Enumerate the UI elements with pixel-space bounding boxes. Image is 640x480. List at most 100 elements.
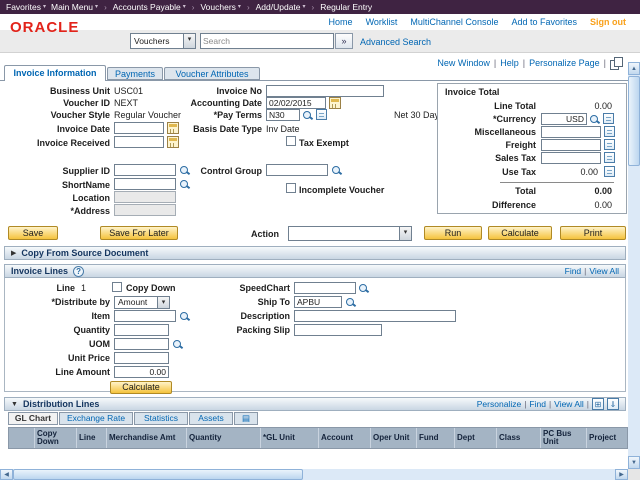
worklist-link[interactable]: Worklist [366, 17, 398, 27]
lookup-icon[interactable] [332, 165, 343, 176]
menu-main-menu[interactable]: Main Menu ▾ [51, 2, 98, 12]
miscellaneous-input[interactable] [541, 126, 601, 138]
search-scope-select[interactable]: Vouchers [130, 33, 196, 49]
horizontal-scroll-thumb[interactable] [13, 469, 303, 480]
add-to-favorites-link[interactable]: Add to Favorites [511, 17, 577, 27]
grid-tab-exchange-rate[interactable]: Exchange Rate [59, 412, 133, 425]
download-grid-icon[interactable]: ⇓ [607, 398, 619, 410]
separator: | [549, 399, 551, 409]
copy-url-icon[interactable] [610, 57, 622, 69]
supplier-id-input[interactable] [114, 164, 176, 176]
shortname-input[interactable] [114, 178, 176, 190]
help-link[interactable]: Help [500, 58, 519, 68]
distribution-section-header: ▼ Distribution Lines Personalize | Find … [4, 397, 626, 411]
action-select[interactable] [288, 226, 412, 241]
save-button[interactable]: Save [8, 226, 58, 240]
lookup-icon[interactable] [180, 311, 191, 322]
control-group-input[interactable] [266, 164, 328, 176]
packing-slip-label: Packing Slip [210, 325, 290, 335]
multichannel-console-link[interactable]: MultiChannel Console [410, 17, 498, 27]
lookup-icon[interactable] [359, 283, 370, 294]
run-button[interactable]: Run [424, 226, 482, 240]
freight-detail-icon[interactable] [604, 139, 615, 150]
basis-date-type-value: Inv Date [266, 124, 300, 134]
search-go-button[interactable]: » [335, 33, 353, 49]
freight-input[interactable] [541, 139, 601, 151]
find-link[interactable]: Find [529, 399, 546, 409]
lookup-icon[interactable] [590, 114, 601, 125]
incomplete-voucher-checkbox[interactable] [286, 183, 296, 193]
show-all-columns-button[interactable]: ▤ [234, 412, 258, 425]
invoice-no-input[interactable] [266, 85, 384, 97]
item-input[interactable] [114, 310, 176, 322]
zoom-grid-icon[interactable]: ⊞ [592, 398, 604, 410]
copy-down-checkbox[interactable] [112, 282, 122, 292]
scroll-down-button[interactable]: ▼ [628, 456, 640, 469]
scroll-right-button[interactable]: ▶ [615, 469, 628, 480]
breadcrumb-vouchers[interactable]: Vouchers ▾ [200, 2, 240, 12]
view-all-link[interactable]: View All [554, 399, 584, 409]
speedchart-input[interactable] [294, 282, 356, 294]
line-calculate-button[interactable]: Calculate [110, 381, 172, 394]
currency-input[interactable] [541, 113, 587, 125]
lookup-icon[interactable] [346, 297, 357, 308]
location-label: Location [20, 193, 110, 203]
uom-input[interactable] [114, 338, 169, 350]
misc-detail-icon[interactable] [604, 126, 615, 137]
invoice-date-input[interactable] [114, 122, 164, 134]
grid-tab-statistics[interactable]: Statistics [134, 412, 188, 425]
accounting-date-input[interactable] [266, 97, 326, 109]
breadcrumb-regular-entry[interactable]: Regular Entry [320, 2, 372, 12]
quantity-input[interactable] [114, 324, 169, 336]
menu-favorites[interactable]: Favorites ▾ [6, 2, 46, 12]
grid-col-header: *GL Unit [261, 428, 319, 448]
calendar-icon[interactable] [167, 136, 179, 148]
help-icon[interactable]: ? [73, 266, 84, 277]
home-link[interactable]: Home [329, 17, 353, 27]
print-button[interactable]: Print [560, 226, 626, 240]
pay-terms-note-icon[interactable] [316, 109, 327, 120]
line-amount-input[interactable] [114, 366, 169, 378]
packing-slip-input[interactable] [294, 324, 382, 336]
search-input[interactable] [200, 33, 334, 49]
sales-tax-input[interactable] [541, 152, 601, 164]
save-for-later-button[interactable]: Save For Later [100, 226, 178, 240]
use-tax-detail-icon[interactable] [604, 166, 615, 177]
sales-tax-detail-icon[interactable] [604, 152, 615, 163]
new-window-link[interactable]: New Window [437, 58, 490, 68]
lookup-icon[interactable] [303, 110, 314, 121]
exchange-rate-icon[interactable] [603, 113, 614, 124]
tab-voucher-attributes[interactable]: Voucher Attributes [164, 67, 260, 80]
advanced-search-link[interactable]: Advanced Search [360, 37, 431, 47]
grid-tab-gl-chart[interactable]: GL Chart [8, 412, 58, 425]
lookup-icon[interactable] [180, 179, 191, 190]
invoice-received-input[interactable] [114, 136, 164, 148]
expand-section-icon[interactable]: ▶ [11, 250, 16, 257]
ship-to-input[interactable] [294, 296, 342, 308]
breadcrumb-add-update[interactable]: Add/Update ▾ [256, 2, 306, 12]
tab-payments[interactable]: Payments [107, 67, 163, 80]
grid-col-header: Oper Unit [371, 428, 417, 448]
grid-tab-assets[interactable]: Assets [189, 412, 233, 425]
view-all-link[interactable]: View All [589, 266, 619, 276]
unit-price-input[interactable] [114, 352, 169, 364]
calculate-button[interactable]: Calculate [488, 226, 552, 240]
distribute-by-select[interactable]: Amount [114, 296, 170, 309]
vertical-scroll-thumb[interactable] [628, 76, 640, 166]
personalize-link[interactable]: Personalize [477, 399, 521, 409]
lookup-icon[interactable] [173, 339, 184, 350]
breadcrumb-accounts-payable[interactable]: Accounts Payable ▾ [113, 2, 186, 12]
copy-source-section-header[interactable]: ▶ Copy From Source Document [4, 246, 626, 260]
personalize-page-link[interactable]: Personalize Page [529, 58, 600, 68]
find-link[interactable]: Find [565, 266, 582, 276]
scroll-up-button[interactable]: ▲ [628, 62, 640, 75]
collapse-section-icon[interactable]: ▼ [11, 401, 18, 408]
calendar-icon[interactable] [329, 97, 341, 109]
scroll-left-button[interactable]: ◀ [0, 469, 13, 480]
tax-exempt-checkbox[interactable] [286, 136, 296, 146]
grid-col-header: Project [587, 428, 628, 448]
pay-terms-input[interactable] [266, 109, 300, 121]
tab-invoice-information[interactable]: Invoice Information [4, 65, 106, 81]
description-input[interactable] [294, 310, 456, 322]
sign-out-link[interactable]: Sign out [590, 17, 626, 27]
